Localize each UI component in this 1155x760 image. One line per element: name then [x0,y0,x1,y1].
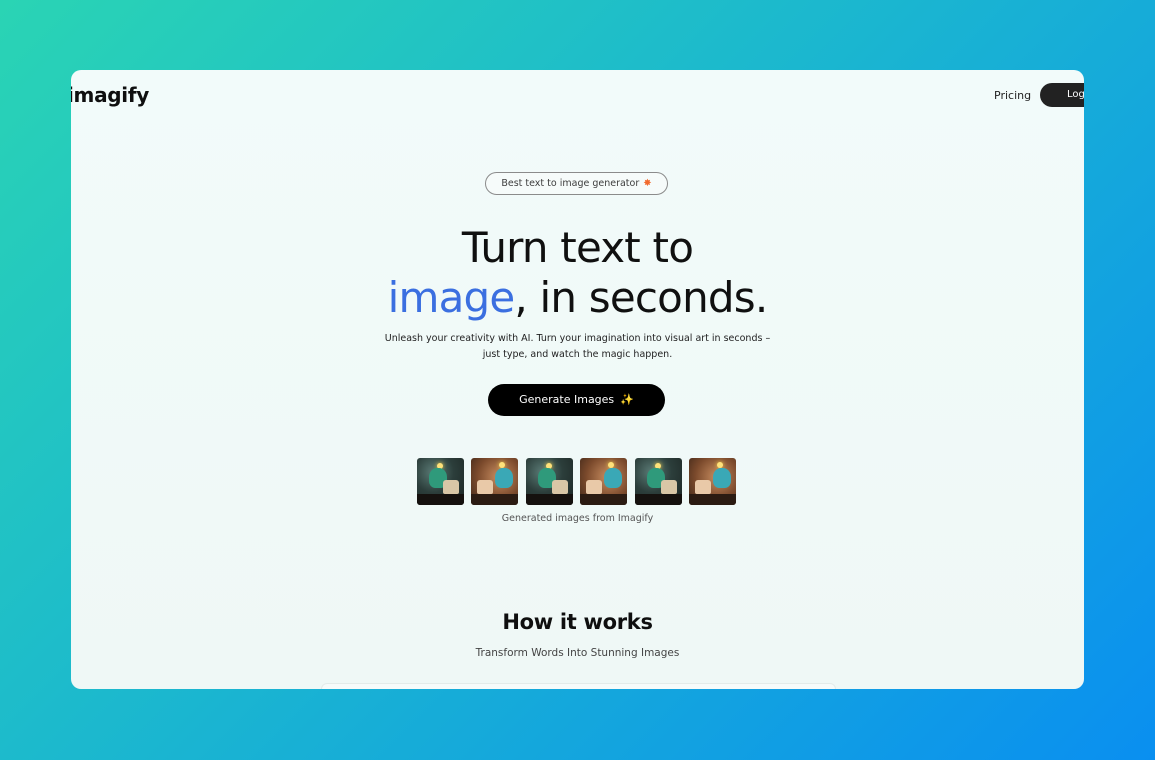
hero-headline-line2: image, in seconds. [71,274,1084,322]
hero-headline-rest: , in seconds. [514,273,768,322]
hero-badge-label: Best text to image generator [501,178,640,189]
generate-images-label: Generate Images [519,393,615,406]
sample-image[interactable] [635,458,682,505]
sample-image[interactable] [526,458,573,505]
gallery-caption: Generated images from Imagify [501,513,654,524]
hero-subtext-line2: just type, and watch the magic happen. [482,349,673,360]
star-icon: ✸ [643,178,652,189]
nav-pricing-link[interactable]: Pricing [994,89,1031,102]
brand-logo[interactable]: imagify [71,83,149,107]
hero-subtext-line1: Unleash your creativity with AI. Turn yo… [384,333,771,344]
sample-image[interactable] [417,458,464,505]
app-window: imagify Pricing Login Best text to image… [71,70,1084,689]
sample-image[interactable] [471,458,518,505]
hero-headline-line1: Turn text to [461,223,694,272]
hero-badge: Best text to image generator ✸ [485,172,668,195]
sample-image[interactable] [580,458,627,505]
hero-headline-accent: image [387,273,516,322]
generate-images-button[interactable]: Generate Images ✨ [488,384,665,416]
login-button[interactable]: Login [1040,83,1084,107]
how-it-works-subtitle: Transform Words Into Stunning Images [475,647,680,659]
sparkle-icon: ✨ [620,393,634,406]
sample-image[interactable] [689,458,736,505]
how-it-works-title: How it works [502,610,653,634]
step-card [321,683,836,689]
